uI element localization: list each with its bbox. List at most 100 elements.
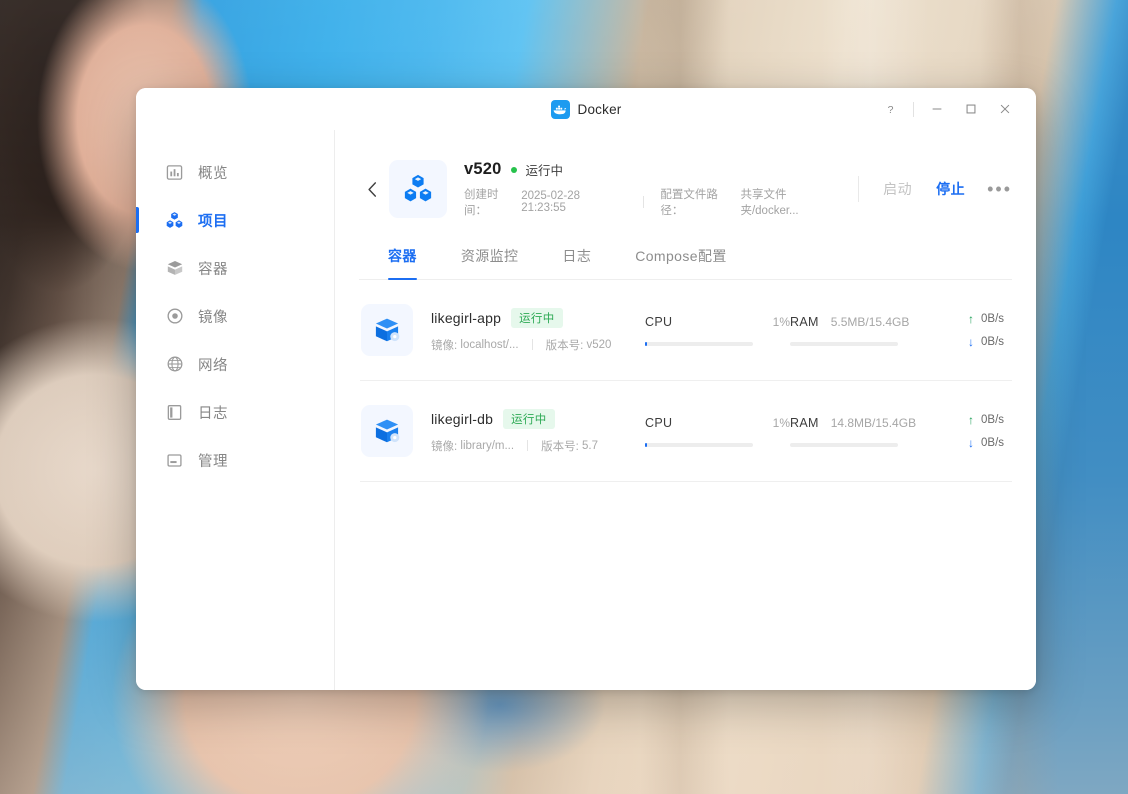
svg-text:?: ? — [887, 103, 893, 115]
ram-metric: RAM 14.8MB/15.4GB — [790, 416, 940, 447]
sidebar-item-containers[interactable]: 容器 — [136, 244, 334, 292]
sidebar-item-manage[interactable]: 管理 — [136, 436, 334, 484]
sidebar-item-label: 管理 — [198, 453, 228, 470]
sidebar-item-projects[interactable]: 项目 — [136, 196, 334, 244]
window-manage-icon — [165, 451, 184, 470]
more-options-icon[interactable]: ••• — [987, 180, 1012, 198]
globe-network-icon — [165, 355, 184, 374]
project-header: v520 运行中 创建时间： 2025-02-28 21:23:55 配置文件路… — [359, 130, 1012, 240]
table-row[interactable]: likegirl-db 运行中 镜像: library/m... 版本号: 5.… — [360, 381, 1012, 482]
network-upload: ↑ 0B/s — [968, 408, 1004, 431]
network-download: ↓ 0B/s — [968, 330, 1004, 353]
cpu-progress-fill — [645, 341, 648, 346]
ram-progress-bar — [790, 341, 898, 346]
arrow-down-icon: ↓ — [968, 435, 974, 450]
project-meta: v520 运行中 创建时间： 2025-02-28 21:23:55 配置文件路… — [464, 160, 844, 218]
container-name: likegirl-db — [431, 410, 494, 427]
window-titlebar[interactable]: Docker ? — [136, 88, 1036, 130]
sidebar-item-images[interactable]: 镜像 — [136, 292, 334, 340]
network-download-value: 0B/s — [981, 436, 1005, 449]
maximize-button[interactable] — [954, 94, 988, 124]
cpu-label: CPU — [645, 314, 673, 329]
page-title: v520 — [464, 160, 502, 178]
network-download: ↓ 0B/s — [968, 431, 1004, 454]
help-button[interactable]: ? — [873, 94, 907, 124]
cpu-head: CPU 1% — [645, 416, 790, 430]
container-title-row: likegirl-db 运行中 — [431, 408, 639, 429]
arrow-up-icon: ↑ — [968, 412, 974, 427]
container-list: likegirl-app 运行中 镜像: localhost/... 版本号: … — [359, 280, 1012, 482]
project-avatar — [389, 160, 447, 218]
cpu-progress-bar — [645, 341, 753, 346]
disc-image-icon — [165, 307, 184, 326]
ram-value: 14.8MB/15.4GB — [830, 415, 917, 430]
cpu-head: CPU 1% — [645, 315, 790, 329]
created-time-value: 2025-02-28 21:23:55 — [521, 190, 581, 214]
window-body: 概览 项目 容器 镜像 网络 日志 管理 v520 运行中 创建时间： 2025… — [136, 130, 1036, 690]
container-name: likegirl-app — [431, 309, 502, 326]
container-subinfo: 镜像: localhost/... 版本号: v520 — [431, 337, 639, 353]
container-identity: likegirl-db 运行中 镜像: library/m... 版本号: 5.… — [431, 408, 639, 454]
chevron-left-icon[interactable] — [359, 174, 385, 204]
network-upload-value: 0B/s — [981, 413, 1005, 426]
sidebar-item-network[interactable]: 网络 — [136, 340, 334, 388]
stop-button[interactable]: 停止 — [930, 177, 971, 201]
ram-head: RAM 5.5MB/15.4GB — [790, 315, 940, 329]
start-button[interactable]: 启动 — [877, 177, 918, 201]
subinfo-divider — [527, 440, 529, 451]
container-title-row: likegirl-app 运行中 — [431, 307, 639, 328]
cpu-progress-fill — [645, 442, 648, 447]
version-value: 5.7 — [581, 439, 598, 452]
tab-logs[interactable]: 日志 — [562, 240, 591, 279]
sidebar-item-label: 日志 — [198, 405, 228, 422]
window-title-group: Docker — [550, 99, 622, 119]
version-label: 版本号: — [545, 339, 584, 352]
book-log-icon — [165, 403, 184, 422]
cpu-metric: CPU 1% — [645, 416, 790, 447]
tab-containers[interactable]: 容器 — [388, 240, 417, 280]
arrow-down-icon: ↓ — [968, 334, 974, 349]
actions-divider — [858, 176, 860, 202]
network-metric: ↑ 0B/s ↓ 0B/s — [968, 408, 1004, 454]
container-identity: likegirl-app 运行中 镜像: localhost/... 版本号: … — [431, 307, 639, 353]
project-subinfo-row: 创建时间： 2025-02-28 21:23:55 配置文件路径： 共享文件夹/… — [464, 186, 844, 218]
table-row[interactable]: likegirl-app 运行中 镜像: localhost/... 版本号: … — [360, 280, 1012, 381]
config-path-label: 配置文件路径： — [660, 189, 718, 217]
main-content: v520 运行中 创建时间： 2025-02-28 21:23:55 配置文件路… — [335, 130, 1036, 690]
docker-app-window: Docker ? 概览 项目 容器 镜像 网络 日志 管理 v520 运行中 创… — [136, 88, 1036, 690]
image-label: 镜像: — [431, 339, 458, 352]
sidebar-item-label: 网络 — [198, 357, 228, 374]
version-label: 版本号: — [541, 440, 579, 453]
config-path-value: 共享文件夹/docker... — [740, 189, 799, 217]
status-badge: 运行中 — [511, 307, 563, 328]
container-box-icon — [165, 259, 184, 278]
sidebar-item-label: 容器 — [198, 261, 228, 278]
tab-compose-config[interactable]: Compose配置 — [635, 240, 727, 279]
project-title-row: v520 运行中 — [464, 160, 844, 179]
container-box-icon — [361, 405, 413, 457]
ram-head: RAM 14.8MB/15.4GB — [790, 416, 940, 430]
project-status-text: 运行中 — [525, 164, 564, 178]
project-actions: 启动 停止 ••• — [844, 176, 1012, 202]
ram-metric: RAM 5.5MB/15.4GB — [790, 315, 940, 346]
version-value: v520 — [586, 338, 612, 351]
ram-label: RAM — [790, 314, 819, 329]
minimize-button[interactable] — [920, 94, 954, 124]
cpu-metric: CPU 1% — [645, 315, 790, 346]
close-button[interactable] — [988, 94, 1022, 124]
subinfo-divider — [643, 196, 645, 208]
image-value: localhost/... — [460, 338, 519, 351]
network-upload: ↑ 0B/s — [968, 307, 1004, 330]
created-time-label: 创建时间： — [464, 189, 499, 217]
chart-overview-icon — [165, 163, 184, 182]
sidebar-item-logs[interactable]: 日志 — [136, 388, 334, 436]
sidebar-item-label: 项目 — [198, 213, 228, 230]
sidebar-item-overview[interactable]: 概览 — [136, 148, 334, 196]
status-dot-icon — [510, 166, 517, 173]
ram-progress-bar — [790, 442, 898, 447]
window-controls: ? — [873, 88, 1022, 130]
cubes-project-icon — [165, 211, 184, 230]
status-badge: 运行中 — [503, 408, 555, 429]
tab-resource-monitor[interactable]: 资源监控 — [461, 240, 519, 279]
cpu-label: CPU — [645, 415, 673, 430]
